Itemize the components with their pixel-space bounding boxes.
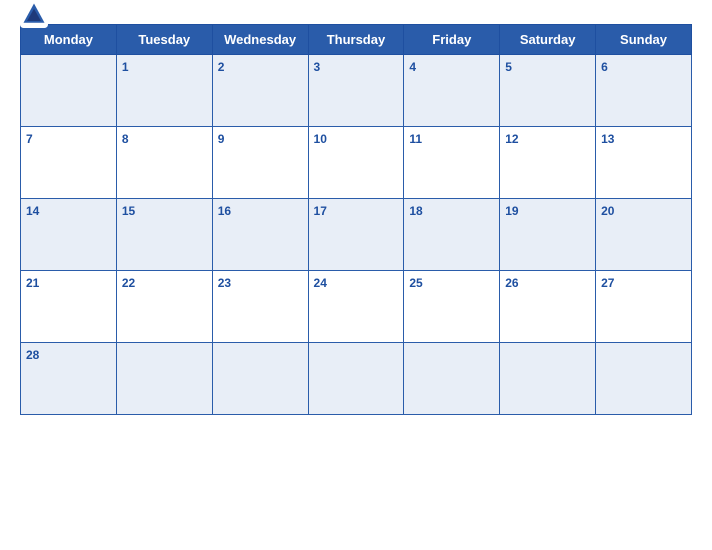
calendar-week-2: 7 8 9 10 11 12 13 [21,127,692,199]
weekday-header-wednesday: Wednesday [212,25,308,55]
weekday-header-row: MondayTuesdayWednesdayThursdayFridaySatu… [21,25,692,55]
calendar-week-4: 21 22 23 24 25 26 27 [21,271,692,343]
calendar-cell: 5 [500,55,596,127]
day-number: 9 [218,132,225,146]
day-number: 5 [505,60,512,74]
weekday-header-saturday: Saturday [500,25,596,55]
day-number: 25 [409,276,422,290]
day-number: 26 [505,276,518,290]
day-number: 20 [601,204,614,218]
calendar-cell: 9 [212,127,308,199]
weekday-header-monday: Monday [21,25,117,55]
calendar-cell [596,343,692,415]
calendar-cell: 4 [404,55,500,127]
day-number: 27 [601,276,614,290]
calendar-cell: 27 [596,271,692,343]
day-number: 24 [314,276,327,290]
day-number: 4 [409,60,416,74]
calendar-cell [404,343,500,415]
calendar-cell: 8 [116,127,212,199]
day-number: 22 [122,276,135,290]
calendar-cell: 15 [116,199,212,271]
day-number: 14 [26,204,39,218]
day-number: 3 [314,60,321,74]
day-number: 2 [218,60,225,74]
calendar-cell [500,343,596,415]
calendar-table: MondayTuesdayWednesdayThursdayFridaySatu… [20,24,692,415]
calendar-week-3: 14 15 16 17 18 19 20 [21,199,692,271]
calendar-cell: 22 [116,271,212,343]
calendar-cell: 20 [596,199,692,271]
day-number: 12 [505,132,518,146]
weekday-header-sunday: Sunday [596,25,692,55]
calendar-cell: 14 [21,199,117,271]
calendar-cell: 1 [116,55,212,127]
day-number: 7 [26,132,33,146]
day-number: 21 [26,276,39,290]
day-number: 10 [314,132,327,146]
day-number: 6 [601,60,608,74]
calendar-cell [308,343,404,415]
calendar-cell: 25 [404,271,500,343]
day-number: 8 [122,132,129,146]
weekday-header-thursday: Thursday [308,25,404,55]
logo-icon [20,0,48,28]
day-number: 17 [314,204,327,218]
day-number: 15 [122,204,135,218]
calendar-cell: 26 [500,271,596,343]
day-number: 19 [505,204,518,218]
calendar-cell: 2 [212,55,308,127]
calendar-cell: 28 [21,343,117,415]
calendar-cell: 16 [212,199,308,271]
day-number: 1 [122,60,129,74]
day-number: 23 [218,276,231,290]
calendar-cell [116,343,212,415]
calendar-week-1: 1 2 3 4 5 6 [21,55,692,127]
logo [20,0,52,28]
calendar-cell: 18 [404,199,500,271]
day-number: 13 [601,132,614,146]
calendar-cell: 19 [500,199,596,271]
calendar-cell: 10 [308,127,404,199]
calendar-cell: 3 [308,55,404,127]
calendar-cell: 17 [308,199,404,271]
calendar-cell: 21 [21,271,117,343]
calendar-cell: 24 [308,271,404,343]
day-number: 11 [409,132,422,146]
calendar-cell: 13 [596,127,692,199]
calendar-cell: 23 [212,271,308,343]
weekday-header-friday: Friday [404,25,500,55]
weekday-header-tuesday: Tuesday [116,25,212,55]
calendar-cell [212,343,308,415]
calendar-header [20,10,692,18]
calendar-cell: 6 [596,55,692,127]
day-number: 18 [409,204,422,218]
calendar-cell: 11 [404,127,500,199]
day-number: 16 [218,204,231,218]
calendar-cell [21,55,117,127]
calendar-cell: 7 [21,127,117,199]
calendar-week-5: 28 [21,343,692,415]
calendar-cell: 12 [500,127,596,199]
calendar-body: 1234567891011121314151617181920212223242… [21,55,692,415]
day-number: 28 [26,348,39,362]
